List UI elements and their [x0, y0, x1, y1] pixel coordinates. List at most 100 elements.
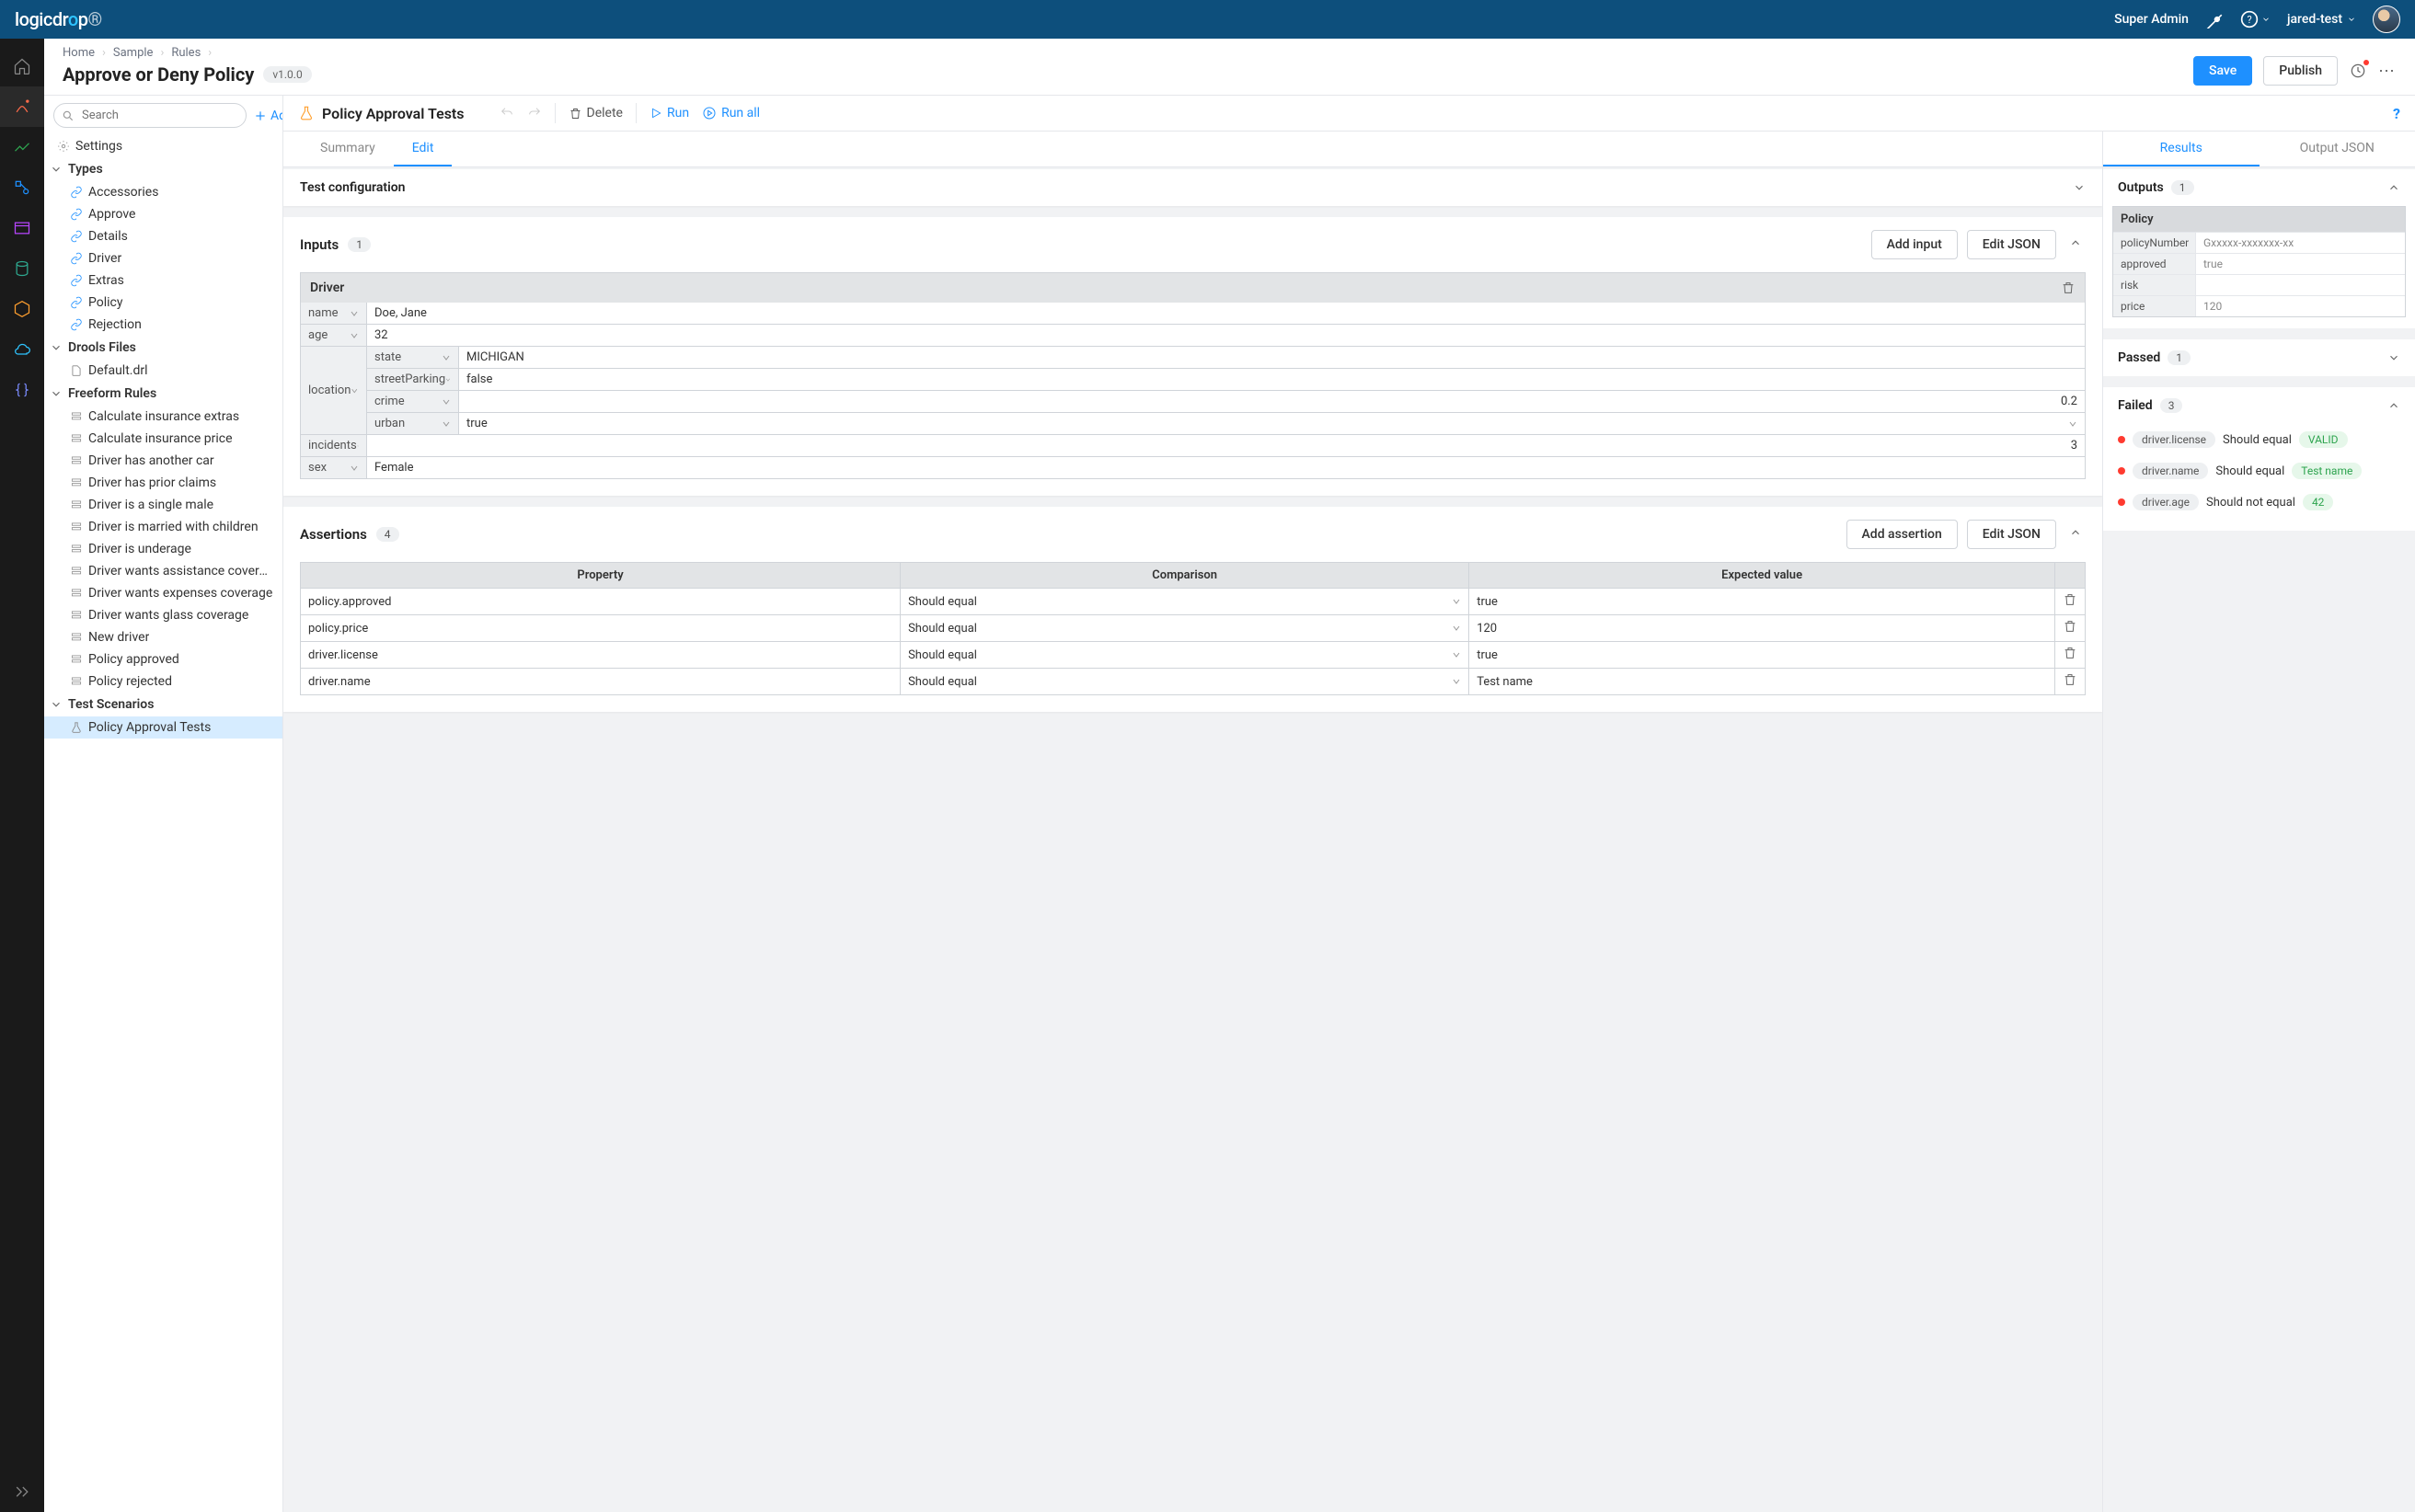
rule-8[interactable]: Driver wants expenses coverage	[44, 582, 282, 604]
delete-driver-icon[interactable]	[2061, 281, 2076, 295]
assertions-table: PropertyComparisonExpected value policy.…	[300, 562, 2086, 695]
delete-assertion-icon[interactable]	[2063, 672, 2077, 687]
role-label[interactable]: Super Admin	[2114, 12, 2189, 27]
nav-code[interactable]	[0, 370, 44, 410]
delete-assertion-icon[interactable]	[2063, 619, 2077, 634]
rule-10[interactable]: New driver	[44, 626, 282, 648]
collapse-assertions[interactable]	[2065, 526, 2086, 543]
rtab-results[interactable]: Results	[2103, 132, 2260, 166]
drools-section[interactable]: Drools Files	[44, 336, 282, 360]
delete-button[interactable]: Delete	[569, 106, 623, 120]
type-3[interactable]: Driver	[44, 247, 282, 269]
field-state[interactable]: state	[367, 347, 459, 369]
rule-4[interactable]: Driver is a single male	[44, 494, 282, 516]
freeform-section[interactable]: Freeform Rules	[44, 382, 282, 406]
version-badge[interactable]: v1.0.0	[263, 66, 311, 83]
assertion-row: driver.licenseShould equaltrue	[301, 642, 2086, 669]
output-row: price120	[2113, 295, 2405, 316]
assertions-count: 4	[376, 527, 399, 542]
nav-db[interactable]	[0, 248, 44, 289]
failed-row: driver.licenseShould equalVALID	[2118, 424, 2400, 455]
edit-json-assertions[interactable]: Edit JSON	[1967, 520, 2056, 549]
project-menu[interactable]: jared-test	[2287, 12, 2356, 27]
nav-package[interactable]	[0, 289, 44, 329]
testconfig-header[interactable]: Test configuration	[283, 169, 2102, 206]
edit-json-inputs[interactable]: Edit JSON	[1967, 230, 2056, 259]
type-0[interactable]: Accessories	[44, 181, 282, 203]
output-row: approvedtrue	[2113, 253, 2405, 274]
search-input[interactable]	[53, 103, 247, 128]
nav-analytics[interactable]	[0, 127, 44, 167]
notifications-icon[interactable]	[2349, 62, 2367, 80]
failed-header[interactable]: Failed 3	[2103, 387, 2415, 424]
field-crime[interactable]: crime	[367, 391, 459, 413]
settings-link[interactable]: Settings	[44, 135, 282, 157]
field-incidents[interactable]: incidents	[301, 435, 367, 457]
save-button[interactable]: Save	[2193, 56, 2252, 86]
help-icon[interactable]: ?	[2393, 105, 2400, 122]
logo[interactable]: logicdrop®	[15, 8, 102, 30]
scenarios-section[interactable]: Test Scenarios	[44, 693, 282, 716]
type-1[interactable]: Approve	[44, 203, 282, 225]
add-input-button[interactable]: Add input	[1871, 230, 1958, 259]
field-age[interactable]: age	[301, 325, 367, 347]
field-name[interactable]: name	[301, 303, 367, 325]
delete-assertion-icon[interactable]	[2063, 646, 2077, 660]
rule-1[interactable]: Calculate insurance price	[44, 428, 282, 450]
breadcrumb-rules[interactable]: Rules	[171, 46, 201, 60]
rtab-output[interactable]: Output JSON	[2260, 132, 2415, 166]
add-button[interactable]: Add	[254, 109, 283, 123]
rule-9[interactable]: Driver wants glass coverage	[44, 604, 282, 626]
add-assertion-button[interactable]: Add assertion	[1846, 520, 1958, 549]
nav-home[interactable]	[0, 46, 44, 86]
iconbar	[0, 39, 44, 1512]
undo-button[interactable]	[500, 106, 514, 120]
field-streetparking[interactable]: streetParking	[367, 369, 459, 391]
breadcrumb-sample[interactable]: Sample	[113, 46, 154, 60]
types-section[interactable]: Types	[44, 157, 282, 181]
passed-header[interactable]: Passed 1	[2103, 339, 2415, 376]
rule-5[interactable]: Driver is married with children	[44, 516, 282, 538]
rule-11[interactable]: Policy approved	[44, 648, 282, 670]
avatar[interactable]	[2373, 6, 2400, 33]
field-urban[interactable]: urban	[367, 413, 459, 435]
policy-header: Policy	[2113, 207, 2405, 232]
rule-12[interactable]: Policy rejected	[44, 670, 282, 693]
inputs-count: 1	[348, 237, 371, 252]
rule-3[interactable]: Driver has prior claims	[44, 472, 282, 494]
collapse-inputs[interactable]	[2065, 236, 2086, 253]
type-6[interactable]: Rejection	[44, 314, 282, 336]
run-button[interactable]: Run	[650, 106, 689, 120]
wrench-icon[interactable]	[2205, 10, 2224, 29]
output-row: risk	[2113, 274, 2405, 295]
nav-cloud[interactable]	[0, 329, 44, 370]
type-4[interactable]: Extras	[44, 269, 282, 292]
field-location[interactable]: location	[301, 347, 367, 435]
runall-button[interactable]: Run all	[702, 106, 760, 120]
drools-0[interactable]: Default.drl	[44, 360, 282, 382]
outputs-header[interactable]: Outputs 1	[2103, 169, 2415, 206]
assertion-row: policy.approvedShould equaltrue	[301, 589, 2086, 615]
nav-rules[interactable]	[0, 86, 44, 127]
rule-0[interactable]: Calculate insurance extras	[44, 406, 282, 428]
nav-layout[interactable]	[0, 208, 44, 248]
rule-7[interactable]: Driver wants assistance coverage	[44, 560, 282, 582]
field-sex[interactable]: sex	[301, 457, 367, 478]
tab-summary[interactable]: Summary	[302, 132, 394, 166]
publish-button[interactable]: Publish	[2263, 56, 2338, 86]
delete-assertion-icon[interactable]	[2063, 592, 2077, 607]
nav-flow[interactable]	[0, 167, 44, 208]
nav-collapse[interactable]	[0, 1472, 44, 1512]
type-2[interactable]: Details	[44, 225, 282, 247]
more-menu[interactable]: ⋯	[2378, 62, 2397, 81]
rule-6[interactable]: Driver is underage	[44, 538, 282, 560]
scenario-0[interactable]: Policy Approval Tests	[44, 716, 282, 739]
assertions-title: Assertions	[300, 526, 367, 543]
failed-row: driver.ageShould not equal42	[2118, 487, 2400, 518]
breadcrumb-home[interactable]: Home	[63, 46, 95, 60]
help-menu[interactable]: ?	[2240, 10, 2271, 29]
redo-button[interactable]	[527, 106, 542, 120]
type-5[interactable]: Policy	[44, 292, 282, 314]
rule-2[interactable]: Driver has another car	[44, 450, 282, 472]
tab-edit[interactable]: Edit	[394, 132, 453, 166]
